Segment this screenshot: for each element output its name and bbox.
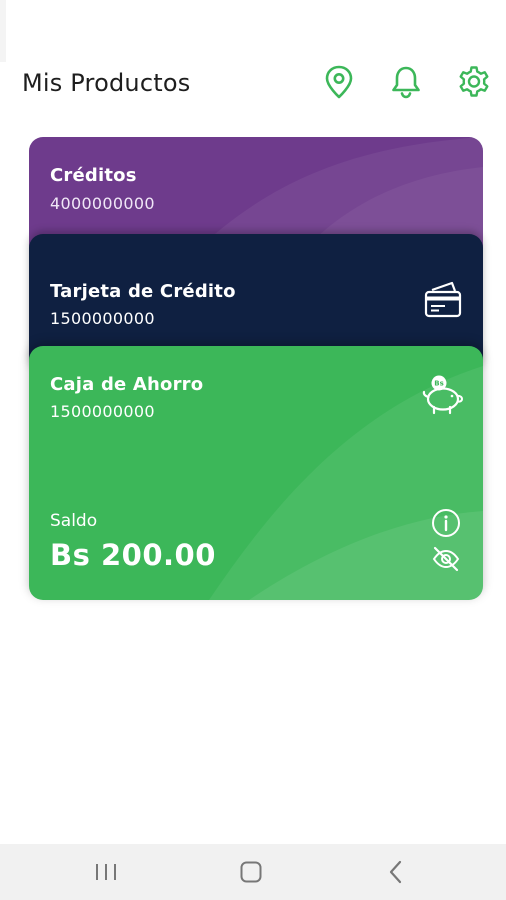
card-title: Caja de Ahorro — [50, 374, 204, 395]
page-title: Mis Productos — [22, 69, 191, 97]
app-header: Mis Productos — [0, 62, 506, 106]
recents-icon[interactable] — [86, 857, 126, 887]
card-title: Tarjeta de Crédito — [50, 281, 236, 302]
card-title: Créditos — [50, 165, 137, 186]
card-number: 4000000000 — [50, 194, 155, 213]
balance-label: Saldo — [50, 511, 98, 531]
bell-icon[interactable] — [388, 64, 424, 100]
status-bar — [0, 0, 506, 62]
currency-badge-text: Bs — [434, 380, 444, 388]
info-icon[interactable] — [429, 506, 463, 540]
credit-card-icon — [421, 278, 465, 322]
balance-value: Bs 200.00 — [50, 538, 216, 572]
location-pin-icon[interactable] — [321, 64, 357, 100]
card-number: 1500000000 — [50, 309, 155, 328]
back-icon[interactable] — [376, 857, 416, 887]
home-icon[interactable] — [231, 857, 271, 887]
product-card-caja-ahorro[interactable]: Caja de Ahorro 1500000000 Bs Saldo Bs 20… — [29, 346, 483, 600]
card-number: 1500000000 — [50, 402, 155, 421]
system-navigation-bar — [0, 844, 506, 900]
piggy-bank-icon: Bs — [419, 370, 467, 418]
status-bar-edge — [0, 0, 6, 62]
hide-balance-eye-icon[interactable] — [429, 542, 463, 576]
gear-icon[interactable] — [456, 64, 492, 100]
